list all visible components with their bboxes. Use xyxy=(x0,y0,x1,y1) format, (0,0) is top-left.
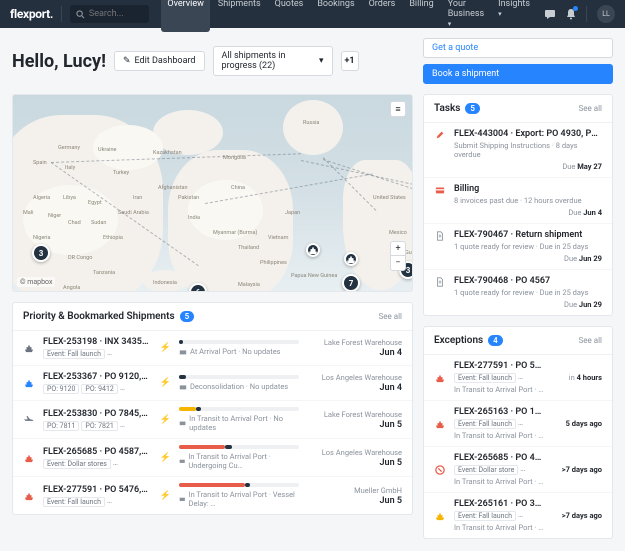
card-icon xyxy=(434,184,446,196)
search-box[interactable] xyxy=(70,5,150,23)
exceptions-panel: Exceptions 4 See all FLEX-277591 · PO 54… xyxy=(423,326,613,539)
exception-row[interactable]: FLEX-277591 · PO 5476, PO 4222, PO 78… E… xyxy=(424,355,612,401)
doc-icon xyxy=(434,276,446,288)
see-all-link[interactable]: See all xyxy=(379,312,402,321)
bell-icon[interactable] xyxy=(566,8,576,20)
nav-shipments[interactable]: Shipments xyxy=(212,0,267,32)
exception-row[interactable]: FLEX-265685 · PO 4587, PO 3477, PO 30… E… xyxy=(424,447,612,493)
bolt-icon: ⚡ xyxy=(160,453,171,463)
avatar[interactable]: LL xyxy=(597,5,615,23)
add-filter-button[interactable]: +1 xyxy=(341,51,359,71)
bolt-icon: ⚡ xyxy=(160,378,171,388)
search-icon xyxy=(76,10,85,19)
nav-quotes[interactable]: Quotes xyxy=(269,0,310,32)
plane-icon xyxy=(23,414,35,426)
doc-icon xyxy=(434,230,446,242)
see-all-link[interactable]: See all xyxy=(579,336,602,345)
priority-panel: Priority & Bookmarked Shipments 5 See al… xyxy=(12,302,413,515)
ship-icon xyxy=(434,418,446,430)
book-shipment-button[interactable]: Book a shipment xyxy=(423,64,613,84)
zoom-in-button[interactable]: + xyxy=(391,242,405,256)
page-header: Hello, Lucy! ✎Edit Dashboard All shipmen… xyxy=(0,28,625,94)
ship-icon xyxy=(434,372,446,384)
ship-icon xyxy=(23,452,35,464)
shipment-row[interactable]: FLEX-253198 · INX 34350⚡ Event: Fall lau… xyxy=(13,331,412,366)
nav-insights[interactable]: Insights xyxy=(492,0,536,32)
shipment-row[interactable]: FLEX-253830 · PO 7845, PO 7823, PO 30…⚡ … xyxy=(13,401,412,439)
count-badge: 4 xyxy=(488,335,503,346)
map-panel[interactable]: Germany Ukraine Italy Spain Algeria Liby… xyxy=(12,94,413,292)
exception-row[interactable]: FLEX-265163 · PO 1111, PO 1200, PO 17… E… xyxy=(424,401,612,447)
bolt-icon: ⚡ xyxy=(160,415,171,425)
map-node[interactable] xyxy=(306,243,320,257)
ship-icon xyxy=(23,377,35,389)
ship-icon xyxy=(434,510,446,522)
tasks-panel: Tasks 5 See all FLEX-443004 · Export: PO… xyxy=(423,94,613,316)
nav: Overview Shipments Quotes Bookings Order… xyxy=(161,0,536,32)
nav-yourbusiness[interactable]: Your Business xyxy=(442,0,490,32)
panel-title: Priority & Bookmarked Shipments xyxy=(23,311,175,322)
topbar: flexport. Overview Shipments Quotes Book… xyxy=(0,0,625,28)
nav-billing[interactable]: Billing xyxy=(403,0,439,32)
greeting: Hello, Lucy! xyxy=(12,51,106,72)
nav-overview[interactable]: Overview xyxy=(161,0,209,32)
shipment-row[interactable]: FLEX-265685 · PO 4587, PO 3477, PO 30…⚡ … xyxy=(13,439,412,477)
vsep xyxy=(586,6,587,22)
count-badge: 5 xyxy=(180,311,195,322)
logo[interactable]: flexport. xyxy=(10,7,53,21)
bolt-icon: ⚡ xyxy=(160,343,171,353)
map-node[interactable]: 3 xyxy=(32,244,50,262)
vsep xyxy=(61,6,62,22)
task-row[interactable]: Billing8 invoices past due · 12 hours ov… xyxy=(424,178,612,224)
shipment-row[interactable]: FLEX-253367 · PO 9120, PO 9412 [H]⚡ PO: … xyxy=(13,366,412,401)
pen-icon xyxy=(434,129,446,141)
get-quote-button[interactable]: Get a quote xyxy=(423,38,613,58)
shipment-row[interactable]: FLEX-277591 · PO 5476, PO 4222, PO 78…⚡ … xyxy=(13,477,412,514)
panel-title: Exceptions xyxy=(434,335,483,346)
map-attribution: © mapbox xyxy=(17,277,55,287)
chat-icon[interactable] xyxy=(544,8,556,20)
nav-bookings[interactable]: Bookings xyxy=(311,0,360,32)
chevron-down-icon: ▾ xyxy=(319,56,324,66)
task-row[interactable]: FLEX-443004 · Export: PO 4930, PO 2199,…… xyxy=(424,123,612,178)
layers-icon: ≡ xyxy=(391,102,405,116)
pencil-icon: ✎ xyxy=(123,56,131,66)
count-badge: 5 xyxy=(465,103,480,114)
map-node[interactable] xyxy=(344,252,358,266)
task-row[interactable]: FLEX-790467 · Return shipment1 quote rea… xyxy=(424,224,612,270)
task-row[interactable]: FLEX-790468 · PO 45671 quote ready for r… xyxy=(424,270,612,315)
bolt-icon: ⚡ xyxy=(160,491,171,501)
nav-orders[interactable]: Orders xyxy=(363,0,402,32)
ship-icon xyxy=(23,342,35,354)
filter-dropdown[interactable]: All shipments in progress (22)▾ xyxy=(213,46,333,76)
panel-title: Tasks xyxy=(434,103,460,114)
map-node[interactable]: 7 xyxy=(342,274,360,292)
edit-dashboard-button[interactable]: ✎Edit Dashboard xyxy=(114,51,205,71)
search-input[interactable] xyxy=(89,9,144,19)
see-all-link[interactable]: See all xyxy=(579,104,602,113)
warn-icon xyxy=(434,464,446,476)
zoom-out-button[interactable]: − xyxy=(391,256,405,270)
map-layers-button[interactable]: ≡ xyxy=(390,101,406,117)
map-zoom: + − xyxy=(390,241,406,271)
